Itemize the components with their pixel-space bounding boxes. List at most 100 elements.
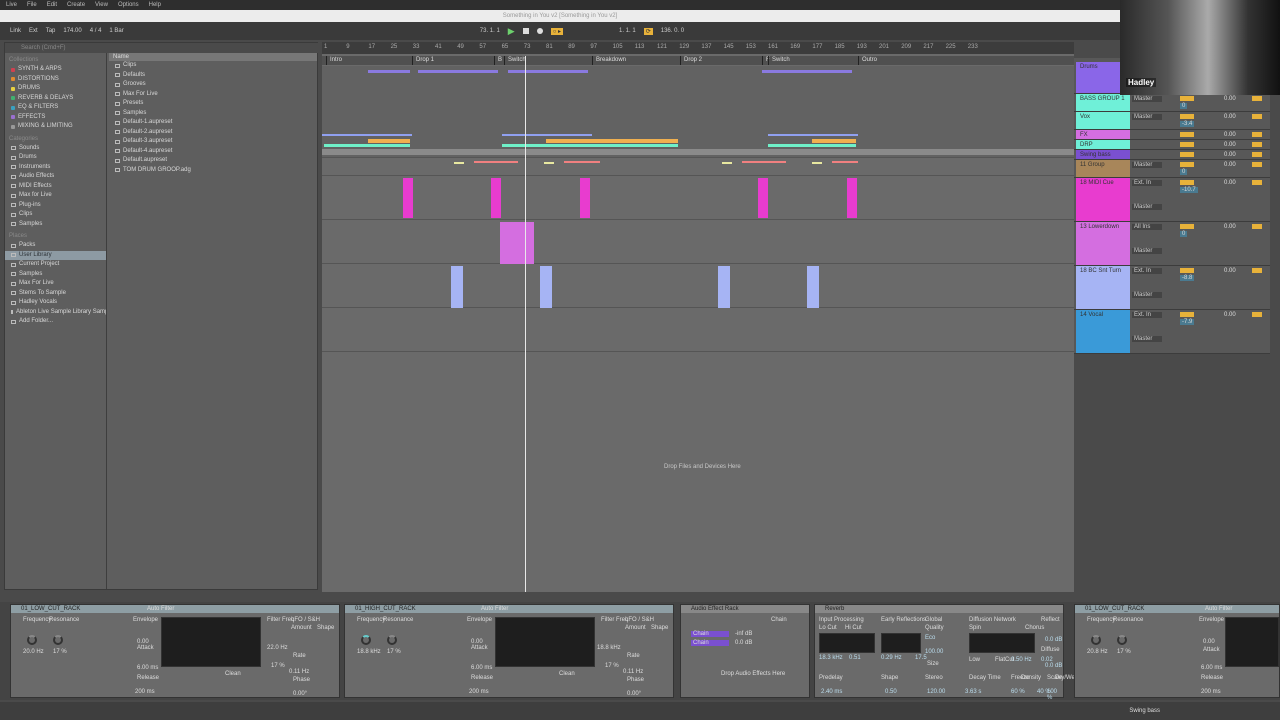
menu-create[interactable]: Create	[67, 2, 85, 8]
solo-button[interactable]	[1252, 96, 1262, 101]
device-title[interactable]: Audio Effect Rack	[681, 605, 809, 613]
volume-slider[interactable]	[1180, 162, 1194, 167]
locator[interactable]: Drop 2	[680, 56, 702, 65]
clip[interactable]	[454, 162, 464, 164]
volume-slider[interactable]	[1180, 312, 1194, 317]
group-bar[interactable]	[322, 149, 1074, 155]
collection-item[interactable]: EFFECTS	[5, 113, 106, 123]
frequency-knob[interactable]	[361, 635, 371, 645]
early-reflections-display[interactable]	[881, 633, 921, 653]
volume-slider[interactable]	[1180, 142, 1194, 147]
filter-display[interactable]	[1225, 617, 1279, 667]
clip[interactable]	[847, 178, 857, 218]
lowerdown-lane[interactable]	[322, 220, 1074, 264]
output-routing-select[interactable]: Master	[1132, 114, 1162, 120]
loop-length-field[interactable]: 136. 0. 0	[661, 28, 684, 34]
menu-view[interactable]: View	[95, 2, 108, 8]
output-routing-select[interactable]: Ext. In	[1132, 180, 1162, 186]
track-name[interactable]: 18 MIDI Cue	[1076, 178, 1130, 221]
frequency-knob[interactable]	[27, 635, 37, 645]
arrangement-view[interactable]: 1 9 17 25 33 41 49 57 65 73 81 89 97 105 113 121 129 137 1…	[322, 42, 1074, 592]
solo-button[interactable]	[1252, 152, 1262, 157]
quantize-menu[interactable]: 1 Bar	[109, 28, 123, 34]
resonance-knob[interactable]	[1117, 635, 1127, 645]
file-item[interactable]: Defaults	[109, 71, 317, 81]
loop-switch[interactable]: ⟳	[643, 27, 653, 35]
clip[interactable]	[742, 161, 786, 163]
solo-button[interactable]	[1252, 162, 1262, 167]
device-audio-effect-rack[interactable]: Audio Effect Rack Chain Chain -inf dB Ch…	[680, 604, 810, 698]
output-routing-select[interactable]: Master	[1132, 248, 1162, 254]
menu-options[interactable]: Options	[118, 2, 139, 8]
file-item[interactable]: Default-4.aupreset	[109, 147, 317, 157]
menu-edit[interactable]: Edit	[47, 2, 57, 8]
solo-button[interactable]	[1252, 180, 1262, 185]
output-routing-select[interactable]: Ext. In	[1132, 268, 1162, 274]
file-item[interactable]: TOM DRUM GROOP.adg	[109, 166, 317, 176]
time-signature-field[interactable]: 4 / 4	[90, 28, 102, 34]
collection-item[interactable]: REVERB & DELAYS	[5, 94, 106, 104]
clip[interactable]	[368, 139, 410, 143]
clip[interactable]	[718, 266, 730, 308]
output-routing-select[interactable]: All Ins	[1132, 224, 1162, 230]
resonance-knob[interactable]	[387, 635, 397, 645]
collection-item[interactable]: SYNTH & ARPS	[5, 65, 106, 75]
locator[interactable]: Breakdown	[592, 56, 626, 65]
category-item[interactable]: Samples	[5, 220, 106, 230]
clip[interactable]	[580, 178, 590, 218]
file-item[interactable]: Max For Live	[109, 90, 317, 100]
chain-item[interactable]: Chain	[691, 640, 729, 646]
collection-item[interactable]: DISTORTIONS	[5, 75, 106, 85]
track-name[interactable]: 14 Vocal	[1076, 310, 1130, 353]
clip[interactable]	[722, 162, 732, 164]
overdub-button[interactable]: ○ ▸	[550, 27, 564, 35]
track-name[interactable]: Swing bass	[1076, 150, 1130, 159]
chain-volume[interactable]: 0.0 dB	[735, 640, 752, 646]
name-column-header[interactable]: Name	[109, 53, 317, 61]
device-title[interactable]: 01_HIGH_CUT_RACK	[345, 605, 673, 613]
category-item[interactable]: Instruments	[5, 163, 106, 173]
locator[interactable]: Switch	[504, 56, 526, 65]
clip[interactable]	[807, 266, 819, 308]
beat-time-ruler[interactable]: 1 9 17 25 33 41 49 57 65 73 81 89 97 105 113 121 129 137 1…	[322, 42, 1074, 54]
output-routing-select[interactable]: Master	[1132, 336, 1162, 342]
filter-display[interactable]	[495, 617, 595, 667]
tempo-field[interactable]: 174.00	[63, 28, 81, 34]
diffusion-display[interactable]	[969, 633, 1035, 653]
category-item[interactable]: Sounds	[5, 144, 106, 154]
stop-icon[interactable]	[522, 28, 529, 34]
clip[interactable]	[508, 70, 588, 73]
track-name[interactable]: Vox	[1076, 112, 1130, 129]
locator-strip[interactable]: Intro Drop 1 B Switch Breakdown Drop 2 F Switch…	[322, 56, 1074, 65]
file-item[interactable]: Presets	[109, 99, 317, 109]
clip[interactable]	[500, 222, 534, 264]
volume-slider[interactable]	[1180, 132, 1194, 137]
track-name[interactable]: FX	[1076, 130, 1130, 139]
track-name[interactable]: 13 Lowerdown	[1076, 222, 1130, 265]
chain-volume[interactable]: -inf dB	[735, 631, 752, 637]
output-routing-select[interactable]: Master	[1132, 162, 1162, 168]
clip[interactable]	[368, 70, 410, 73]
ext-sync-button[interactable]: Ext	[29, 28, 38, 34]
file-item[interactable]: Samples	[109, 109, 317, 119]
clip[interactable]	[768, 134, 858, 136]
category-item[interactable]: Audio Effects	[5, 172, 106, 182]
resonance-knob[interactable]	[53, 635, 63, 645]
category-item[interactable]: Max for Live	[5, 191, 106, 201]
place-item[interactable]: Hadley Vocals	[5, 298, 106, 308]
solo-button[interactable]	[1252, 132, 1262, 137]
frequency-knob[interactable]	[1091, 635, 1101, 645]
category-item[interactable]: Clips	[5, 210, 106, 220]
clip[interactable]	[502, 134, 592, 136]
clip[interactable]	[322, 134, 412, 136]
volume-slider[interactable]	[1180, 152, 1194, 157]
place-item[interactable]: User Library	[5, 250, 106, 260]
clip[interactable]	[502, 144, 678, 147]
collection-item[interactable]: DRUMS	[5, 84, 106, 94]
clip[interactable]	[762, 70, 852, 73]
clip[interactable]	[403, 178, 413, 218]
solo-button[interactable]	[1252, 312, 1262, 317]
track-name[interactable]: DRP	[1076, 140, 1130, 149]
filter-display[interactable]	[161, 617, 261, 667]
clip[interactable]	[418, 70, 498, 73]
